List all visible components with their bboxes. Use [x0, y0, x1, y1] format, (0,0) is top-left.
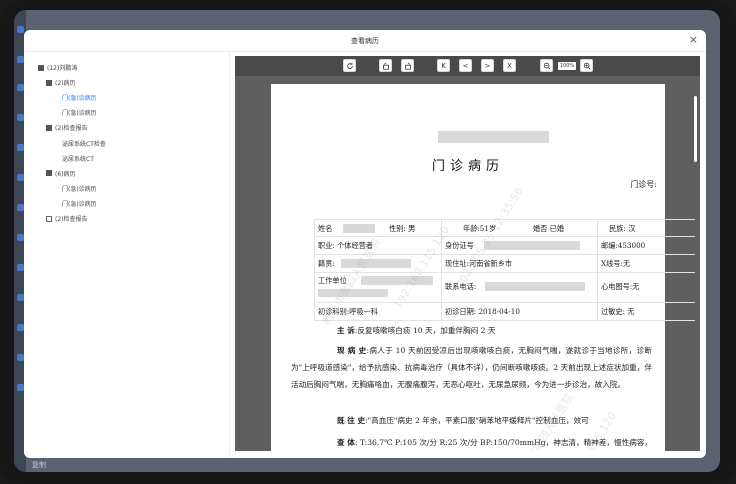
tree-node[interactable]: 门(急)诊病历: [62, 108, 97, 117]
name-label: 姓名: [318, 224, 333, 233]
background-app-icon: [17, 204, 24, 211]
tree-node-label: (12)刘鹏涛: [47, 65, 78, 72]
present-illness: 现 病 史:病人于 10 天前因受凉后出现咳嗽咳白痰，无胸闷气喘，遂就诊于当地诊…: [291, 342, 652, 393]
record-tree: (12)刘鹏涛 (2)病历 门(急)诊病历 门(急)诊病历 (2)检查报告 泌尿系统CT检…: [24, 52, 230, 458]
tree-node-label: (6)病历: [55, 170, 76, 178]
prev-page-button[interactable]: <: [459, 59, 472, 72]
watermark: 2023-05-25 12:35:56: [453, 184, 526, 291]
rotate-left-icon[interactable]: [379, 59, 392, 72]
background-app-icon: [17, 354, 24, 361]
tree-node[interactable]: (12)刘鹏涛: [38, 63, 77, 72]
next-page-button[interactable]: >: [481, 59, 494, 72]
tree-node[interactable]: 门(急)诊病历: [62, 184, 97, 193]
last-page-button[interactable]: X: [503, 59, 516, 72]
id-number-label: 身份证号: [445, 241, 474, 250]
rotate-right-icon[interactable]: [401, 59, 414, 72]
table-line: [314, 272, 695, 273]
table-line: [314, 219, 315, 320]
refresh-icon[interactable]: [343, 59, 356, 72]
background-app-icon: [17, 234, 24, 241]
tree-node[interactable]: (2)检查报告: [46, 123, 88, 132]
background-app-icon: [17, 114, 24, 121]
background-app-icon: [17, 56, 24, 63]
redacted-name: [343, 224, 375, 233]
collapse-icon[interactable]: [46, 170, 52, 177]
background-app-icon: [17, 144, 24, 151]
visit-date-field: 初诊日期: 2018-04-10: [445, 307, 520, 316]
collapse-icon[interactable]: [46, 124, 52, 131]
tree-node-label: (2)病历: [55, 80, 76, 88]
tree-node-label: (2)检查报告: [55, 216, 88, 223]
background-app-icon: [17, 264, 24, 271]
outpatient-number-label: 门诊号:: [630, 180, 657, 189]
tree-node[interactable]: 门(急)诊病历: [62, 93, 97, 102]
tree-node-label: 门(急)诊病历: [62, 200, 97, 208]
background-app-icon: [17, 26, 24, 33]
background-app-icon: [17, 324, 24, 331]
zoom-out-icon[interactable]: [540, 59, 553, 72]
origin-label: 籍贯:: [318, 259, 335, 268]
marital-field: 婚否 已婚: [533, 224, 565, 233]
redacted-id-number: [484, 241, 580, 250]
collapse-icon[interactable]: [46, 79, 52, 86]
postcode-field: 邮编:453000: [601, 241, 646, 250]
close-icon[interactable]: ×: [689, 33, 698, 46]
background-app-icon: [17, 294, 24, 301]
ecg-field: 心电图号:无: [601, 282, 640, 291]
tree-node[interactable]: 泌尿系统CT检查: [62, 139, 106, 148]
device-frame: 复制 查看病历 × (12)刘鹏涛 (2)病历门(急)诊病历 门(急)诊病历 (2)检…: [0, 0, 736, 484]
tree-node[interactable]: 门(急)诊病历: [62, 199, 97, 208]
tree-node-label: 门(急)诊病历: [62, 185, 97, 193]
redacted-hospital-name: [438, 131, 549, 143]
expand-icon[interactable]: [46, 215, 52, 222]
redacted-phone: [485, 282, 585, 291]
page-title: 门诊病历: [431, 159, 504, 174]
zoom-in-icon[interactable]: [580, 59, 593, 72]
zoom-level[interactable]: 100%: [558, 62, 576, 70]
table-line: [597, 219, 598, 320]
document-viewer: K < > X 100% 门诊病历 门诊号: 姓名 性别: 男 年龄:51岁 婚…: [235, 56, 700, 451]
modal-title: 查看病历: [351, 37, 379, 45]
table-line: [314, 320, 695, 321]
ethnic-field: 民族: 汉: [609, 224, 636, 233]
tree-node[interactable]: (2)检查报告: [46, 214, 88, 223]
gender-field: 性别: 男: [389, 224, 416, 233]
viewer-toolbar: K < > X 100%: [235, 56, 700, 76]
allergy-field: 过敏史: 无: [601, 307, 635, 316]
chief-complaint-label: 主 诉: [337, 326, 355, 335]
background-app-icon: [17, 174, 24, 181]
background-app-icon: [17, 84, 24, 91]
record-page: 门诊病历 门诊号: 姓名 性别: 男 年龄:51岁 婚否 已婚 民族: 汉 职业…: [271, 84, 695, 451]
xray-field: X线号:无: [601, 259, 631, 268]
chief-complaint: 主 诉:反复咳嗽咳白痰 10 天，加重伴胸闷 2 天: [337, 322, 698, 339]
tree-node-label: 门(急)诊病历: [62, 95, 97, 103]
viewer-scrollbar[interactable]: [694, 96, 697, 162]
table-line: [314, 302, 695, 303]
background-status-text: 复制: [32, 461, 46, 469]
first-page-button[interactable]: K: [437, 59, 450, 72]
tree-node-label: (2)检查报告: [55, 125, 88, 133]
physical-exam-label: 查 体: [337, 438, 355, 447]
tree-node-label: 泌尿系统CT检查: [62, 140, 106, 148]
tree-node-label: 泌尿系统CT: [62, 155, 94, 163]
tree-node-label: 门(急)诊病历: [62, 110, 97, 118]
present-illness-label: 现 病 史: [337, 346, 367, 355]
tree-node[interactable]: 泌尿系统CT: [62, 154, 94, 163]
modal-header: 查看病历 ×: [24, 30, 706, 52]
tree-node[interactable]: (2)病历: [46, 78, 76, 87]
chief-complaint-text: :反复咳嗽咳白痰 10 天，加重伴胸闷 2 天: [354, 326, 496, 335]
past-history-label: 既 往 史: [337, 416, 366, 425]
tree-node[interactable]: (6)病历: [46, 169, 76, 178]
collapse-icon[interactable]: [38, 64, 44, 71]
view-record-modal: 查看病历 × (12)刘鹏涛 (2)病历门(急)诊病历 门(急)诊病历 (2)检查报告…: [24, 30, 706, 458]
background-app-icon: [17, 384, 24, 391]
